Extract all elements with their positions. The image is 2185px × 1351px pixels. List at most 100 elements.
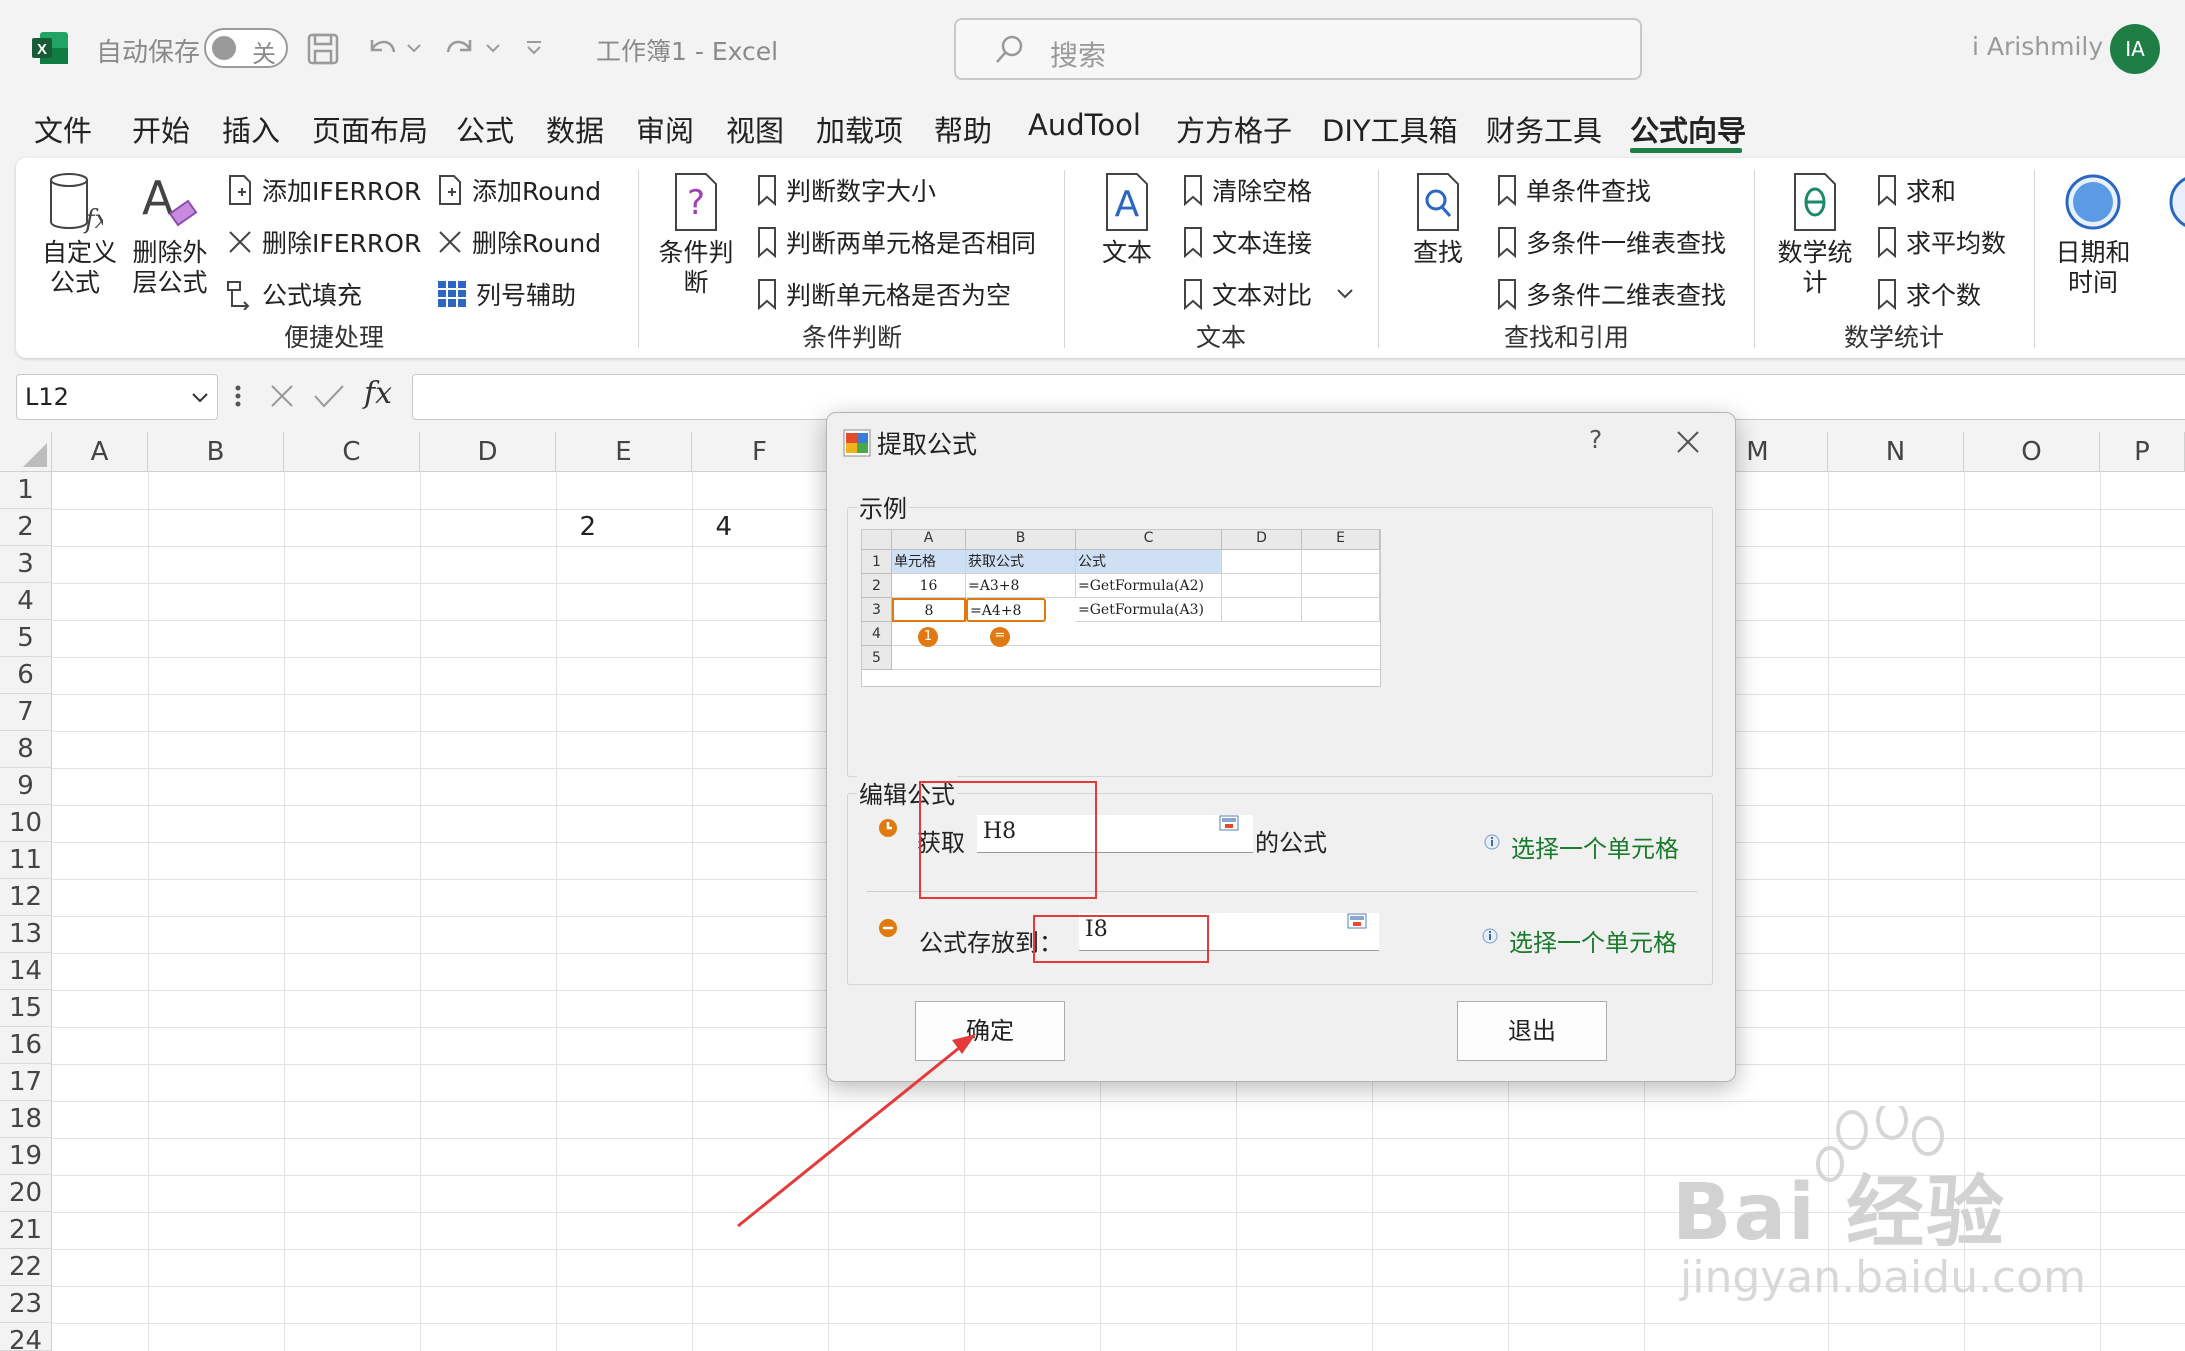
- remove-round-button[interactable]: 删除Round: [436, 224, 601, 260]
- date-time-button[interactable]: 日期和 时间: [2050, 172, 2136, 298]
- tab-formula-wizard[interactable]: 公式向导: [1630, 108, 1746, 150]
- row-header-24[interactable]: 24: [0, 1323, 52, 1351]
- multi-condition-1d-lookup-button[interactable]: 多条件一维表查找: [1496, 224, 1726, 260]
- column-header-p[interactable]: P: [2100, 432, 2185, 472]
- cancel-icon[interactable]: [268, 382, 296, 410]
- row-header-22[interactable]: 22: [0, 1249, 52, 1286]
- remove-outer-formula-button[interactable]: A 删除外 层公式: [132, 172, 208, 298]
- multi-condition-2d-lookup-button[interactable]: 多条件二维表查找: [1496, 276, 1726, 312]
- tab-review[interactable]: 审阅: [636, 108, 694, 150]
- column-header-o[interactable]: O: [1964, 432, 2100, 472]
- avatar[interactable]: IA: [2110, 24, 2160, 74]
- single-condition-lookup-button[interactable]: 单条件查找: [1496, 172, 1651, 208]
- chevron-down-icon[interactable]: [1334, 283, 1356, 305]
- row-header-14[interactable]: 14: [0, 953, 52, 990]
- more-vertical-icon[interactable]: [232, 382, 244, 410]
- tab-diy-toolbox[interactable]: DIY工具箱: [1322, 108, 1458, 150]
- condition-judge-button[interactable]: ? 条件判 断: [656, 172, 736, 298]
- redo-icon[interactable]: [442, 32, 478, 66]
- row-header-11[interactable]: 11: [0, 842, 52, 879]
- text-join-button[interactable]: 文本连接: [1182, 224, 1312, 260]
- clear-spaces-button[interactable]: 清除空格: [1182, 172, 1312, 208]
- tab-home[interactable]: 开始: [132, 108, 190, 150]
- row-header-9[interactable]: 9: [0, 768, 52, 805]
- row-header-1[interactable]: 1: [0, 472, 52, 509]
- close-icon[interactable]: [1675, 429, 1701, 455]
- tab-help[interactable]: 帮助: [934, 108, 992, 150]
- tab-data[interactable]: 数据: [546, 108, 604, 150]
- cell-e2[interactable]: 4: [556, 512, 732, 542]
- cell-picker-icon[interactable]: [1347, 913, 1367, 929]
- select-cell-link-2[interactable]: 选择一个单元格: [1509, 923, 1677, 958]
- column-header-e[interactable]: E: [556, 432, 692, 472]
- customize-toolbar-icon[interactable]: [524, 36, 544, 60]
- add-iferror-button[interactable]: 添加IFERROR: [226, 172, 421, 208]
- text-button[interactable]: A 文本: [1092, 172, 1162, 268]
- row-header-19[interactable]: 19: [0, 1138, 52, 1175]
- row-header-7[interactable]: 7: [0, 694, 52, 731]
- row-header-16[interactable]: 16: [0, 1027, 52, 1064]
- select-cell-link-1[interactable]: 选择一个单元格: [1511, 829, 1679, 864]
- row-header-23[interactable]: 23: [0, 1286, 52, 1323]
- chevron-down-icon[interactable]: [405, 36, 423, 60]
- row-header-2[interactable]: 2: [0, 509, 52, 546]
- custom-formula-button[interactable]: fx 自定义 公式: [42, 172, 117, 298]
- count-button[interactable]: 求个数: [1876, 276, 1981, 312]
- help-button[interactable]: ?: [1589, 425, 1602, 454]
- user-name[interactable]: i Arishmily: [1972, 32, 2103, 61]
- column-header-c[interactable]: C: [284, 432, 420, 472]
- judge-cell-empty-button[interactable]: 判断单元格是否为空: [756, 276, 1011, 312]
- tab-file[interactable]: 文件: [34, 108, 92, 150]
- row-header-18[interactable]: 18: [0, 1101, 52, 1138]
- row-header-17[interactable]: 17: [0, 1064, 52, 1101]
- cell-picker-icon[interactable]: [1219, 815, 1239, 831]
- judge-number-size-button[interactable]: 判断数字大小: [756, 172, 936, 208]
- chevron-down-icon[interactable]: [484, 36, 502, 60]
- column-header-a[interactable]: A: [52, 432, 148, 472]
- ok-button[interactable]: 确定: [915, 1001, 1065, 1061]
- row-header-10[interactable]: 10: [0, 805, 52, 842]
- row-header-20[interactable]: 20: [0, 1175, 52, 1212]
- row-header-6[interactable]: 6: [0, 657, 52, 694]
- column-number-helper-button[interactable]: 列号辅助: [436, 276, 576, 312]
- row-header-8[interactable]: 8: [0, 731, 52, 768]
- text-compare-button[interactable]: 文本对比: [1182, 276, 1364, 312]
- tab-finance-tools[interactable]: 财务工具: [1486, 108, 1602, 150]
- math-stats-button[interactable]: 数学统 计: [1772, 172, 1858, 298]
- row-header-12[interactable]: 12: [0, 879, 52, 916]
- sum-button[interactable]: 求和: [1876, 172, 1956, 208]
- autosave-toggle[interactable]: 关: [204, 28, 288, 68]
- tab-fangfang[interactable]: 方方格子: [1176, 108, 1292, 150]
- row-header-3[interactable]: 3: [0, 546, 52, 583]
- tab-insert[interactable]: 插入: [222, 108, 280, 150]
- exit-button[interactable]: 退出: [1457, 1001, 1607, 1061]
- tab-view[interactable]: 视图: [726, 108, 784, 150]
- checkmark-icon[interactable]: [312, 382, 346, 410]
- column-header-d[interactable]: D: [420, 432, 556, 472]
- add-round-button[interactable]: 添加Round: [436, 172, 601, 208]
- search-input[interactable]: 搜索: [954, 18, 1642, 80]
- undo-icon[interactable]: [364, 32, 400, 66]
- save-icon[interactable]: [306, 32, 340, 66]
- tab-formulas[interactable]: 公式: [456, 108, 514, 150]
- average-button[interactable]: 求平均数: [1876, 224, 2006, 260]
- name-box[interactable]: L12: [16, 374, 218, 420]
- select-all-button[interactable]: [0, 432, 52, 472]
- lookup-button[interactable]: 查找: [1408, 172, 1468, 268]
- column-header-n[interactable]: N: [1828, 432, 1964, 472]
- row-header-13[interactable]: 13: [0, 916, 52, 953]
- chevron-down-icon[interactable]: [189, 387, 211, 409]
- judge-cells-equal-button[interactable]: 判断两单元格是否相同: [756, 224, 1036, 260]
- column-header-b[interactable]: B: [148, 432, 284, 472]
- row-header-4[interactable]: 4: [0, 583, 52, 620]
- row-header-15[interactable]: 15: [0, 990, 52, 1027]
- formula-fill-button[interactable]: 公式填充: [226, 276, 362, 312]
- row-header-21[interactable]: 21: [0, 1212, 52, 1249]
- remove-iferror-button[interactable]: 删除IFERROR: [226, 224, 421, 260]
- column-header-f[interactable]: F: [692, 432, 828, 472]
- tab-audtool[interactable]: AudTool: [1028, 108, 1141, 142]
- tab-page-layout[interactable]: 页面布局: [312, 108, 428, 150]
- row-header-5[interactable]: 5: [0, 620, 52, 657]
- more-tools-button[interactable]: [2166, 172, 2185, 238]
- insert-function-button[interactable]: fx: [364, 376, 392, 411]
